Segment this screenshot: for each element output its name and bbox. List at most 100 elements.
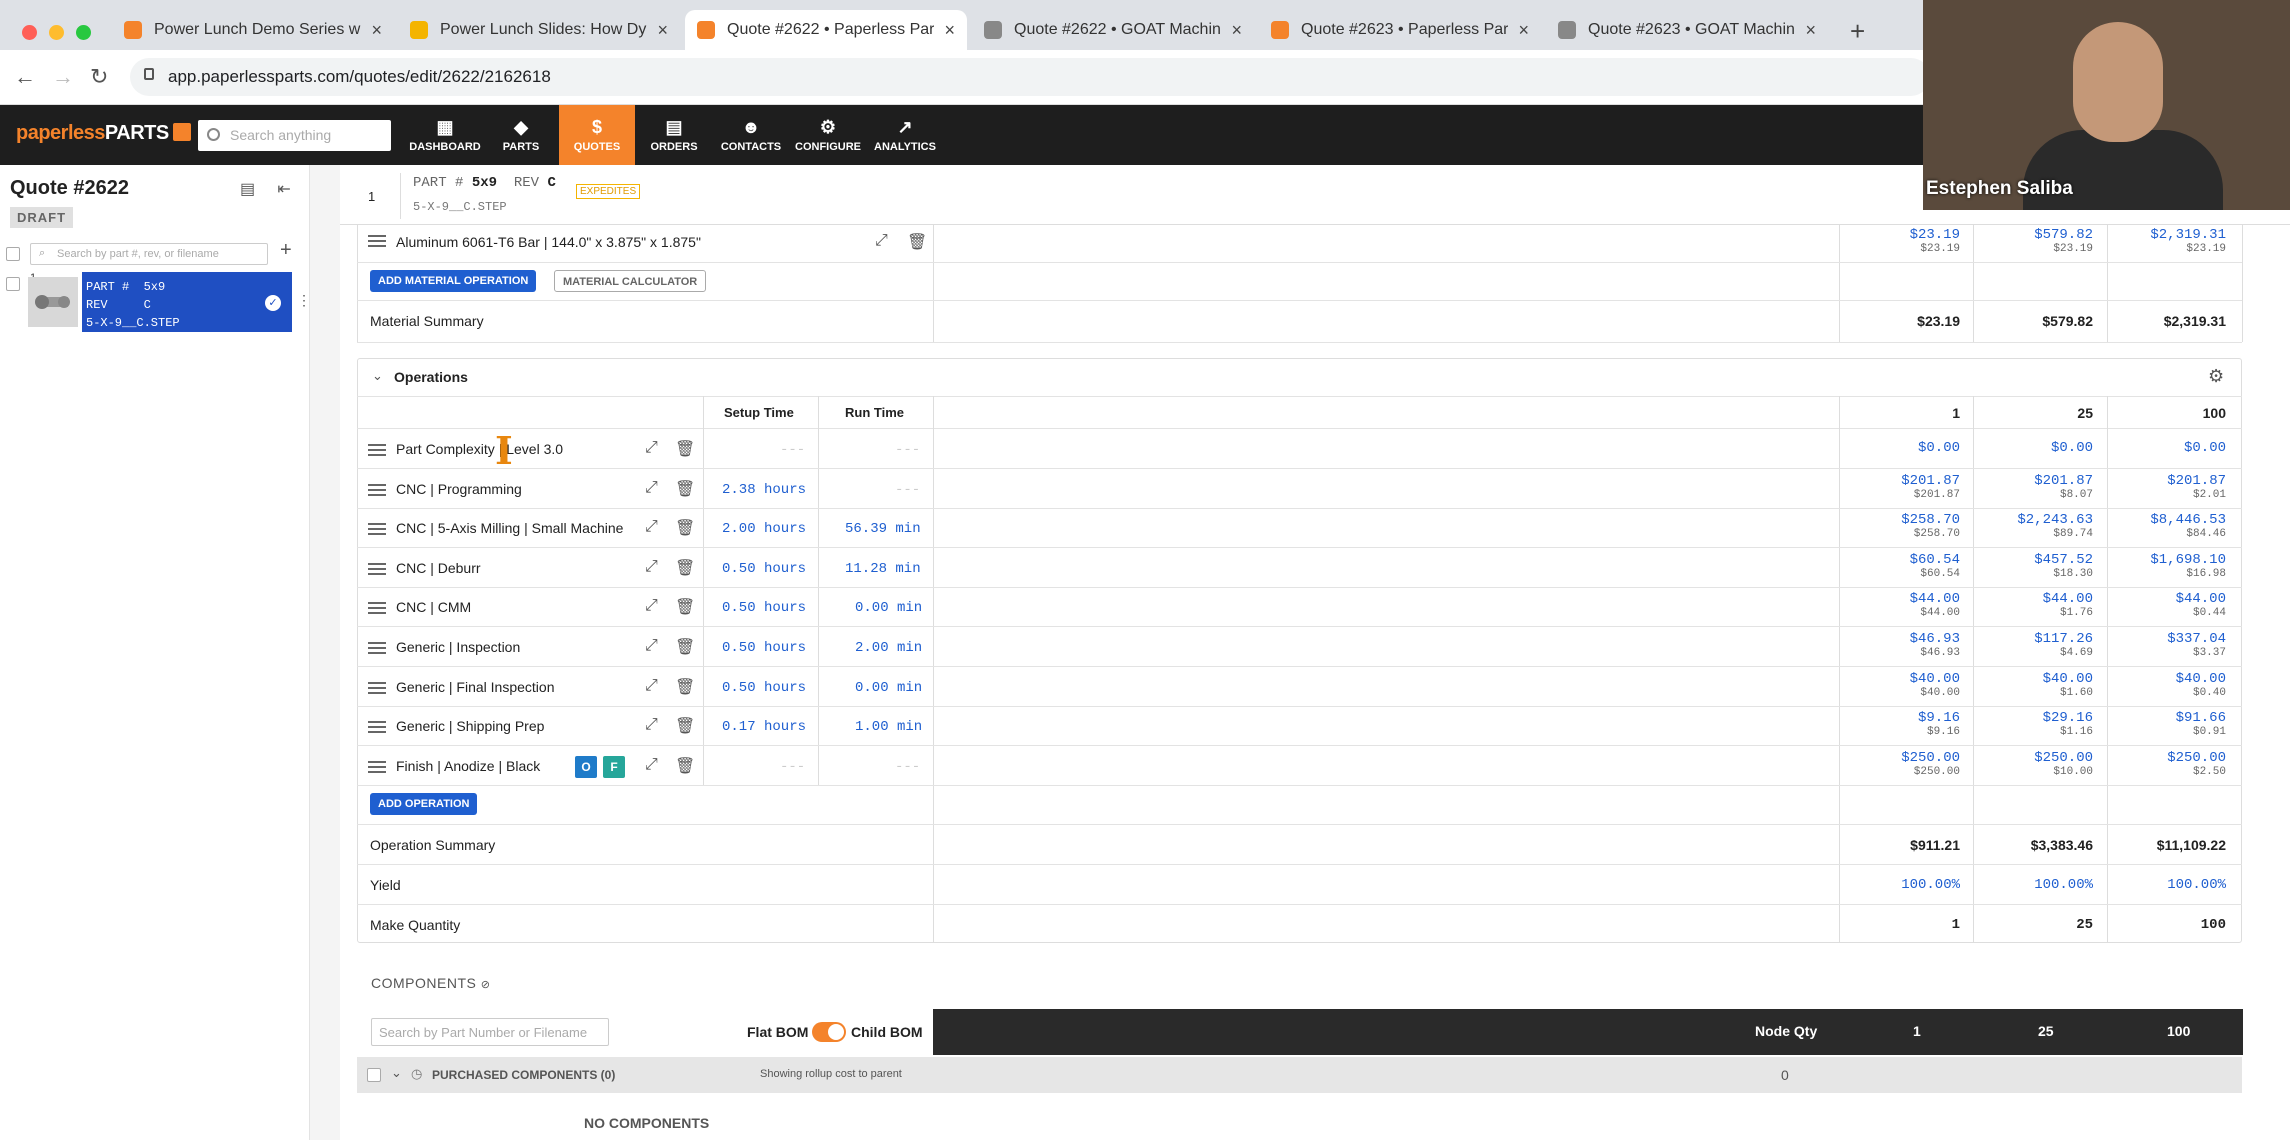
operation-cost[interactable]: $250.00 $250.00: [1840, 750, 1960, 778]
operation-cost[interactable]: $1,698.10 $16.98: [2106, 552, 2226, 580]
operation-cost[interactable]: $337.04 $3.37: [2106, 631, 2226, 659]
operation-cost[interactable]: $258.70 $258.70: [1840, 512, 1960, 540]
expand-icon[interactable]: ⤢: [645, 637, 658, 655]
operation-cost[interactable]: $44.00 $44.00: [1840, 591, 1960, 619]
add-material-operation-button[interactable]: ADD MATERIAL OPERATION: [370, 270, 537, 292]
browser-tab[interactable]: Power Lunch Demo Series with ×: [112, 10, 394, 50]
yield-value[interactable]: 100.00%: [1973, 877, 2093, 893]
nav-contacts[interactable]: ☻ CONTACTS: [713, 105, 789, 165]
setup-time[interactable]: ---: [780, 442, 805, 458]
run-time[interactable]: ---: [895, 759, 920, 775]
drag-handle-icon[interactable]: [368, 682, 386, 694]
run-time[interactable]: 0.00 min: [855, 680, 922, 696]
browser-tab[interactable]: Power Lunch Slides: How Dyna ×: [398, 10, 680, 50]
tag-f[interactable]: F: [603, 756, 625, 778]
run-time[interactable]: ---: [895, 482, 920, 498]
trash-icon[interactable]: 🗑: [675, 479, 695, 499]
operation-cost[interactable]: $250.00 $10.00: [1973, 750, 2093, 778]
operation-cost[interactable]: $117.26 $4.69: [1973, 631, 2093, 659]
close-tab-icon[interactable]: ×: [1518, 20, 1529, 41]
expedites-badge[interactable]: EXPEDITES: [576, 184, 641, 199]
operation-cost[interactable]: $40.00 $40.00: [1840, 671, 1960, 699]
run-time[interactable]: 11.28 min: [845, 561, 921, 577]
expand-icon[interactable]: ⤢: [645, 518, 658, 536]
operation-cost[interactable]: $29.16 $1.16: [1973, 710, 2093, 738]
forward-icon[interactable]: →: [52, 64, 74, 90]
reload-icon[interactable]: ↻: [90, 64, 108, 90]
purchased-components-row[interactable]: ⌄ ◷ PURCHASED COMPONENTS (0) Showing rol…: [357, 1057, 2242, 1093]
trash-icon[interactable]: 🗑: [675, 439, 695, 459]
expand-icon[interactable]: ⤢: [645, 597, 658, 615]
drag-handle-icon[interactable]: [368, 523, 386, 535]
operation-cost[interactable]: $201.87 $2.01: [2106, 473, 2226, 501]
setup-time[interactable]: ---: [780, 759, 805, 775]
add-part-button[interactable]: +: [280, 239, 292, 262]
global-search-input[interactable]: Search anything: [198, 120, 391, 151]
expand-icon[interactable]: ⤢: [645, 558, 658, 576]
close-window-button[interactable]: [22, 25, 37, 40]
operation-cost[interactable]: $60.54 $60.54: [1840, 552, 1960, 580]
drag-handle-icon[interactable]: [368, 761, 386, 773]
operation-cost[interactable]: $201.87 $201.87: [1840, 473, 1960, 501]
trash-icon[interactable]: 🗑: [675, 518, 695, 538]
purchased-checkbox[interactable]: [367, 1068, 381, 1082]
part-list-item[interactable]: PART # 5x9 REV C 5-X-9__C.STEP: [82, 272, 292, 332]
trash-icon[interactable]: 🗑: [907, 232, 927, 252]
run-time[interactable]: 56.39 min: [845, 521, 921, 537]
nav-orders[interactable]: ▤ ORDERS: [636, 105, 712, 165]
close-tab-icon[interactable]: ×: [371, 20, 382, 41]
nav-analytics[interactable]: ↗ ANALYTICS: [867, 105, 943, 165]
browser-tab[interactable]: Quote #2623 • GOAT Machinin ×: [1546, 10, 1828, 50]
expand-icon[interactable]: ⤢: [645, 677, 658, 695]
trash-icon[interactable]: 🗑: [675, 677, 695, 697]
part-checkbox[interactable]: [6, 277, 20, 291]
operation-cost[interactable]: $8,446.53 $84.46: [2106, 512, 2226, 540]
minimize-window-button[interactable]: [49, 25, 64, 40]
tag-o[interactable]: O: [575, 756, 597, 778]
run-time[interactable]: 1.00 min: [855, 719, 922, 735]
chevron-down-icon[interactable]: ⌄: [372, 368, 383, 384]
operation-cost[interactable]: $44.00 $0.44: [2106, 591, 2226, 619]
run-time[interactable]: ---: [895, 442, 920, 458]
yield-value[interactable]: 100.00%: [1840, 877, 1960, 893]
expand-icon[interactable]: ⤢: [645, 439, 658, 457]
gear-icon[interactable]: ⚙: [2208, 366, 2224, 387]
trash-icon[interactable]: 🗑: [675, 558, 695, 578]
operation-cost[interactable]: $2,243.63 $89.74: [1973, 512, 2093, 540]
nav-quotes[interactable]: $ QUOTES: [559, 105, 635, 165]
operation-cost[interactable]: $40.00 $1.60: [1973, 671, 2093, 699]
nav-configure[interactable]: ⚙ CONFIGURE: [790, 105, 866, 165]
expand-icon[interactable]: ⤢: [875, 232, 888, 250]
collapse-sidebar-icon[interactable]: ⇤: [277, 181, 290, 198]
expand-icon[interactable]: ⤢: [645, 716, 658, 734]
drag-handle-icon[interactable]: [368, 235, 386, 247]
browser-tab[interactable]: Quote #2623 • Paperless Parts ×: [1259, 10, 1541, 50]
trash-icon[interactable]: 🗑: [675, 716, 695, 736]
url-field[interactable]: app.paperlessparts.com/quotes/edit/2622/…: [130, 58, 1930, 96]
expand-icon[interactable]: ⤢: [645, 479, 658, 497]
maximize-window-button[interactable]: [76, 25, 91, 40]
operation-cost[interactable]: $0.00: [1973, 440, 2093, 456]
operation-cost[interactable]: $0.00: [1840, 440, 1960, 456]
close-tab-icon[interactable]: ×: [944, 20, 955, 41]
material-calculator-button[interactable]: MATERIAL CALCULATOR: [554, 270, 707, 292]
back-icon[interactable]: ←: [14, 64, 36, 90]
trash-icon[interactable]: 🗑: [675, 597, 695, 617]
setup-time[interactable]: 0.50 hours: [722, 680, 806, 696]
close-tab-icon[interactable]: ×: [657, 20, 668, 41]
nav-dashboard[interactable]: ▦ DASHBOARD: [407, 105, 483, 165]
operation-cost[interactable]: $46.93 $46.93: [1840, 631, 1960, 659]
expand-icon[interactable]: ⤢: [645, 756, 658, 774]
add-operation-button[interactable]: ADD OPERATION: [370, 793, 478, 815]
drag-handle-icon[interactable]: [368, 721, 386, 733]
hide-icon[interactable]: ⊘: [481, 979, 491, 991]
close-tab-icon[interactable]: ×: [1231, 20, 1242, 41]
trash-icon[interactable]: 🗑: [675, 756, 695, 776]
drag-handle-icon[interactable]: [368, 602, 386, 614]
nav-parts[interactable]: ◆ PARTS: [483, 105, 559, 165]
select-all-checkbox[interactable]: [6, 247, 20, 261]
setup-time[interactable]: 2.00 hours: [722, 521, 806, 537]
operation-cost[interactable]: $91.66 $0.91: [2106, 710, 2226, 738]
operation-cost[interactable]: $457.52 $18.30: [1973, 552, 2093, 580]
setup-time[interactable]: 0.17 hours: [722, 719, 806, 735]
